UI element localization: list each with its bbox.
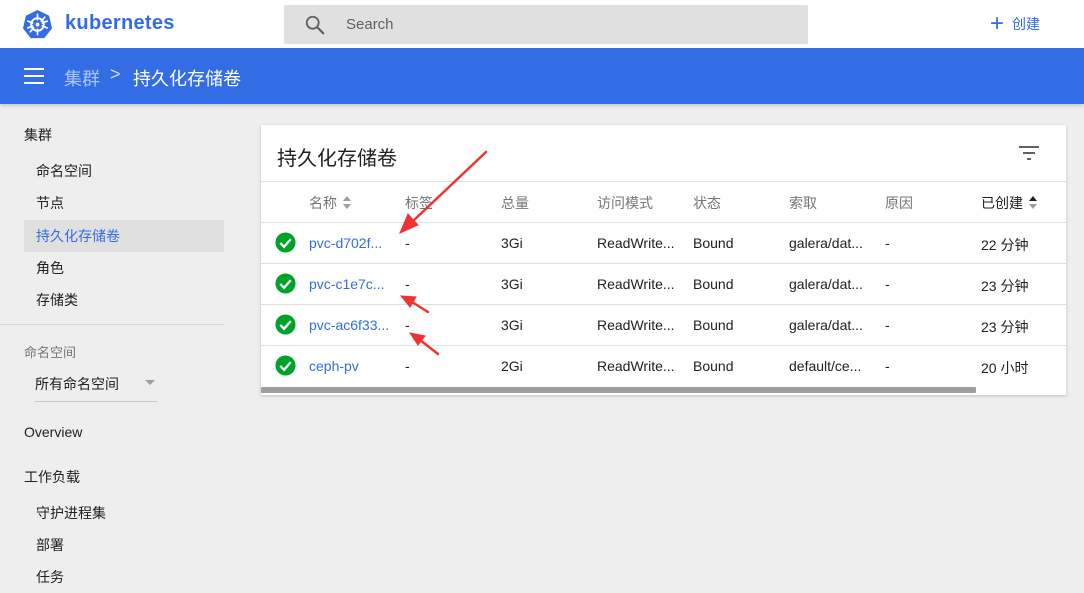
- breadcrumb-separator: >: [110, 64, 121, 84]
- sidebar-item-daemon-sets[interactable]: 守护进程集: [24, 497, 224, 529]
- column-created-label: 已创建: [981, 195, 1023, 211]
- labels-cell: -: [405, 235, 410, 251]
- create-button[interactable]: + 创建: [990, 12, 1040, 36]
- breadcrumb-bar: 集群 > 持久化存储卷: [0, 48, 1084, 104]
- sidebar: 集群 命名空间 节点 持久化存储卷 角色 存储类 命名空间 所有命名空间 Ove…: [0, 104, 240, 590]
- reason-cell: -: [885, 235, 890, 251]
- column-header-claim: 索取: [789, 195, 817, 211]
- created-cell: 22 分钟: [981, 237, 1029, 253]
- sidebar-item-roles[interactable]: 角色: [24, 252, 224, 284]
- capacity-cell: 3Gi: [501, 276, 523, 292]
- chevron-down-icon: [145, 380, 155, 385]
- column-header-status: 状态: [693, 195, 721, 211]
- volume-name-link[interactable]: ceph-pv: [309, 358, 359, 374]
- namespace-label: 命名空间: [24, 345, 77, 360]
- persistent-volumes-card: 持久化存储卷 名称 标签 总量 访问模式 状态 索取 原因 已创建 pvc-d7…: [261, 125, 1066, 395]
- filter-icon[interactable]: [1019, 144, 1039, 162]
- check-circle-icon: [275, 273, 296, 294]
- table-row: ceph-pv - 2Gi ReadWrite... Bound default…: [261, 345, 1066, 386]
- card-divider: [261, 181, 1066, 182]
- top-bar: kubernetes + 创建: [0, 0, 1084, 48]
- sidebar-item-storage-classes[interactable]: 存储类: [24, 284, 224, 316]
- access-modes-cell: ReadWrite...: [597, 235, 675, 251]
- column-name-label: 名称: [309, 195, 337, 211]
- reason-cell: -: [885, 358, 890, 374]
- volume-name-link[interactable]: pvc-c1e7c...: [309, 276, 384, 292]
- claim-cell: default/ce...: [789, 358, 862, 374]
- access-modes-cell: ReadWrite...: [597, 276, 675, 292]
- breadcrumb-cluster-link[interactable]: 集群: [64, 65, 100, 91]
- sidebar-item-persistent-volumes[interactable]: 持久化存储卷: [24, 220, 224, 252]
- sidebar-item-deployments[interactable]: 部署: [24, 529, 224, 561]
- namespace-select[interactable]: 所有命名空间: [35, 374, 157, 402]
- reason-cell: -: [885, 276, 890, 292]
- sidebar-overview[interactable]: Overview: [24, 424, 82, 440]
- status-cell: Bound: [693, 276, 734, 292]
- plus-icon: +: [990, 10, 1005, 37]
- namespace-selected: 所有命名空间: [35, 376, 119, 392]
- volume-name-link[interactable]: pvc-ac6f33...: [309, 317, 389, 333]
- created-cell: 23 分钟: [981, 278, 1029, 294]
- claim-cell: galera/dat...: [789, 235, 863, 251]
- sidebar-item-jobs[interactable]: 任务: [24, 561, 224, 593]
- capacity-cell: 3Gi: [501, 317, 523, 333]
- check-circle-icon: [275, 314, 296, 335]
- column-header-reason: 原因: [885, 195, 913, 211]
- capacity-cell: 2Gi: [501, 358, 523, 374]
- access-modes-cell: ReadWrite...: [597, 317, 675, 333]
- sort-icon: [1029, 196, 1037, 210]
- labels-cell: -: [405, 276, 410, 292]
- breadcrumb-current: 持久化存储卷: [133, 69, 241, 89]
- search-box[interactable]: [284, 5, 808, 44]
- volume-name-link[interactable]: pvc-d702f...: [309, 235, 382, 251]
- table-row: pvc-d702f... - 3Gi ReadWrite... Bound ga…: [261, 222, 1066, 263]
- table-row: pvc-ac6f33... - 3Gi ReadWrite... Bound g…: [261, 304, 1066, 345]
- column-header-access-modes: 访问模式: [597, 195, 653, 211]
- sidebar-divider: [0, 324, 224, 325]
- capacity-cell: 3Gi: [501, 235, 523, 251]
- access-modes-cell: ReadWrite...: [597, 358, 675, 374]
- sidebar-item-namespaces[interactable]: 命名空间: [24, 155, 224, 187]
- column-header-created[interactable]: 已创建: [981, 193, 1037, 213]
- kubernetes-logo-icon[interactable]: [22, 9, 53, 40]
- sidebar-heading-cluster[interactable]: 集群: [24, 125, 52, 145]
- brand-name[interactable]: kubernetes: [65, 12, 175, 35]
- sort-icon: [343, 196, 351, 210]
- search-input[interactable]: [346, 5, 786, 44]
- status-cell: Bound: [693, 317, 734, 333]
- status-cell: Bound: [693, 235, 734, 251]
- sidebar-heading-workloads[interactable]: 工作负载: [24, 467, 80, 487]
- table-row: pvc-c1e7c... - 3Gi ReadWrite... Bound ga…: [261, 263, 1066, 304]
- labels-cell: -: [405, 358, 410, 374]
- claim-cell: galera/dat...: [789, 276, 863, 292]
- column-header-name[interactable]: 名称: [309, 193, 351, 213]
- reason-cell: -: [885, 317, 890, 333]
- check-circle-icon: [275, 232, 296, 253]
- card-title: 持久化存储卷: [277, 148, 397, 170]
- search-icon: [305, 15, 325, 35]
- labels-cell: -: [405, 317, 410, 333]
- claim-cell: galera/dat...: [789, 317, 863, 333]
- check-circle-icon: [275, 355, 296, 376]
- column-header-capacity: 总量: [501, 195, 529, 211]
- status-cell: Bound: [693, 358, 734, 374]
- horizontal-scrollbar[interactable]: [261, 387, 976, 393]
- column-header-labels: 标签: [405, 195, 433, 211]
- menu-icon[interactable]: [24, 68, 44, 84]
- create-label: 创建: [1012, 16, 1041, 32]
- sidebar-item-nodes[interactable]: 节点: [24, 187, 224, 219]
- created-cell: 20 小时: [981, 360, 1029, 376]
- created-cell: 23 分钟: [981, 319, 1029, 335]
